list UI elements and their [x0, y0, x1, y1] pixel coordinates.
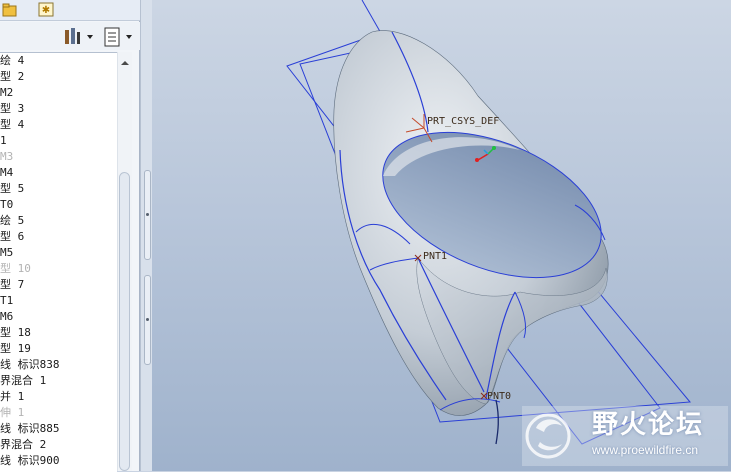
tree-item[interactable]: 型 3 — [0, 101, 117, 117]
model-tree-panel: ✱ 绘 4型 2 M2 型 3型 4 1 M3 M4 型 5 T0 绘 5型 6 M5 型 10 型 … — [0, 0, 140, 472]
tree-item[interactable]: T0 — [0, 197, 117, 213]
watermark-url: www.proewildfire.cn — [592, 443, 699, 457]
tree-item[interactable]: T1 — [0, 293, 117, 309]
settings-tools-icon[interactable] — [62, 26, 96, 48]
tree-item[interactable]: M3 — [0, 149, 117, 165]
scroll-up-arrow-icon[interactable] — [120, 58, 130, 68]
scrollbar-thumb[interactable] — [119, 172, 130, 471]
favorites-tab-icon[interactable]: ✱ — [38, 2, 54, 17]
tree-item[interactable]: 绘 4 — [0, 53, 117, 69]
tree-item[interactable]: M2 — [0, 85, 117, 101]
navigator-tabs: ✱ — [0, 0, 140, 21]
tree-item[interactable]: M4 — [0, 165, 117, 181]
tree-item[interactable]: 型 10 — [0, 261, 117, 277]
show-options-icon[interactable] — [103, 26, 137, 48]
tree-item[interactable]: 型 4 — [0, 117, 117, 133]
tree-item[interactable]: 型 2 — [0, 69, 117, 85]
graphics-viewport[interactable]: PRT_CSYS_DEF PNT1 PNT0 野火论坛 www.proewild… — [152, 0, 731, 471]
tree-item[interactable]: 型 18 — [0, 325, 117, 341]
folder-browser-tab-icon[interactable] — [2, 2, 18, 17]
tree-item[interactable]: 界混合 2 — [0, 437, 117, 453]
tree-item[interactable]: M6 — [0, 309, 117, 325]
tree-item[interactable]: M5 — [0, 245, 117, 261]
splitter-handle-bottom[interactable] — [144, 275, 151, 365]
model-tree-toolbar — [0, 22, 140, 50]
tree-item[interactable]: 线 标识900 — [0, 453, 117, 469]
tree-item[interactable]: 型 19 — [0, 341, 117, 357]
splitter-handle-top[interactable] — [144, 170, 151, 260]
model-tree-list: 绘 4型 2 M2 型 3型 4 1 M3 M4 型 5 T0 绘 5型 6 M5 型 10 型 7T… — [0, 52, 117, 472]
tree-item[interactable]: 并 1 — [0, 389, 117, 405]
tree-item[interactable]: 1 — [0, 133, 117, 149]
watermark-title: 野火论坛 — [592, 410, 705, 440]
tree-item[interactable]: 型 6 — [0, 229, 117, 245]
tree-item[interactable]: 型 5 — [0, 181, 117, 197]
pnt1-label: PNT1 — [423, 251, 447, 262]
tree-item[interactable]: 伸 1 — [0, 405, 117, 421]
pnt0-label: PNT0 — [487, 391, 511, 402]
svg-text:✱: ✱ — [42, 5, 50, 16]
tree-item[interactable]: 线 标识838 — [0, 357, 117, 373]
csys-label: PRT_CSYS_DEF — [427, 116, 499, 127]
edge-curve-tail[interactable] — [495, 399, 499, 445]
tree-item[interactable]: 线 标识885 — [0, 421, 117, 437]
model-graphics: PRT_CSYS_DEF PNT1 PNT0 — [286, 0, 728, 466]
tree-item[interactable]: 界混合 1 — [0, 373, 117, 389]
tree-item[interactable]: 型 7 — [0, 277, 117, 293]
model-tree-scrollbar[interactable] — [117, 52, 132, 471]
tree-item[interactable]: 绘 5 — [0, 213, 117, 229]
